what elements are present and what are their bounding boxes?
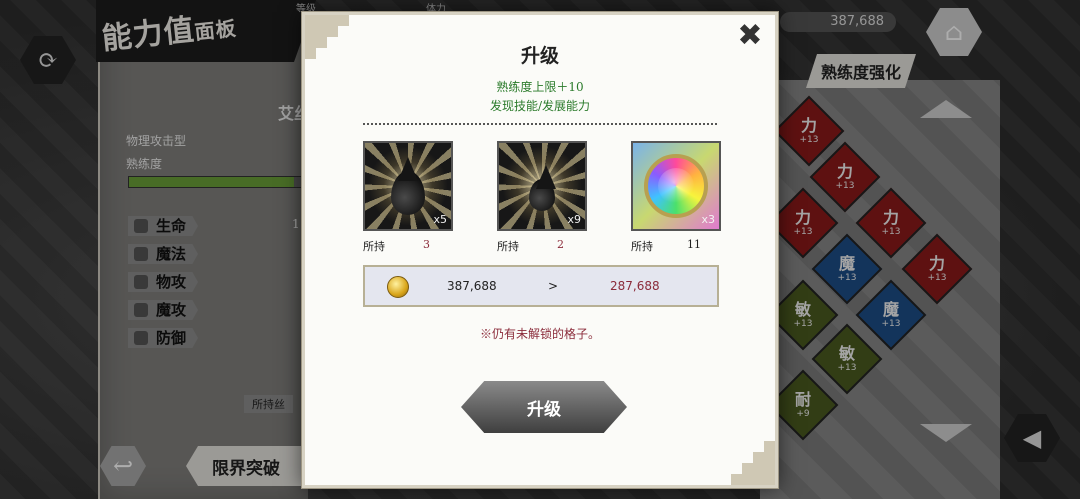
owned-label: 所持 bbox=[631, 240, 653, 253]
item-slot[interactable]: x3 bbox=[631, 141, 721, 231]
upgrade-button[interactable]: 升级 bbox=[461, 381, 627, 433]
dialog-title: 升级 bbox=[520, 45, 559, 67]
owned-count: 11 bbox=[687, 238, 701, 251]
owned-count: 3 bbox=[423, 238, 430, 251]
divider bbox=[363, 123, 717, 125]
black-drop-small-icon bbox=[529, 179, 555, 211]
gold-coin-icon bbox=[387, 276, 409, 298]
dialog-subtitle-1: 熟练度上限＋10 bbox=[496, 80, 584, 94]
item-slot[interactable]: x5 bbox=[363, 141, 453, 231]
item-required-qty: x5 bbox=[433, 213, 447, 226]
owned-count: 2 bbox=[557, 238, 564, 251]
money-arrow: > bbox=[548, 279, 559, 293]
material-item[interactable]: x3 所持 11 bbox=[631, 141, 721, 254]
rainbow-orb-icon bbox=[644, 154, 708, 218]
owned-label: 所持 bbox=[497, 240, 519, 253]
item-required-qty: x9 bbox=[567, 213, 581, 226]
material-item[interactable]: x5 所持 3 bbox=[363, 141, 453, 254]
material-item[interactable]: x9 所持 2 bbox=[497, 141, 587, 254]
black-drop-large-icon bbox=[391, 171, 425, 215]
money-after: 287,688 bbox=[610, 279, 660, 293]
dialog-subtitle-2: 发现技能/发展能力 bbox=[489, 99, 591, 113]
money-current: 387,688 bbox=[447, 279, 497, 293]
corner-decoration bbox=[731, 441, 775, 485]
item-slot[interactable]: x9 bbox=[497, 141, 587, 231]
upgrade-dialog: ✖ 升级 熟练度上限＋10 发现技能/发展能力 x5 所持 3 x9 所持 2 bbox=[302, 12, 778, 488]
item-required-qty: x3 bbox=[701, 213, 715, 226]
owned-label: 所持 bbox=[363, 240, 385, 253]
cost-bar: 387,688 > 287,688 bbox=[363, 265, 719, 307]
warning-text: ※仍有未解锁的格子。 bbox=[479, 327, 600, 341]
